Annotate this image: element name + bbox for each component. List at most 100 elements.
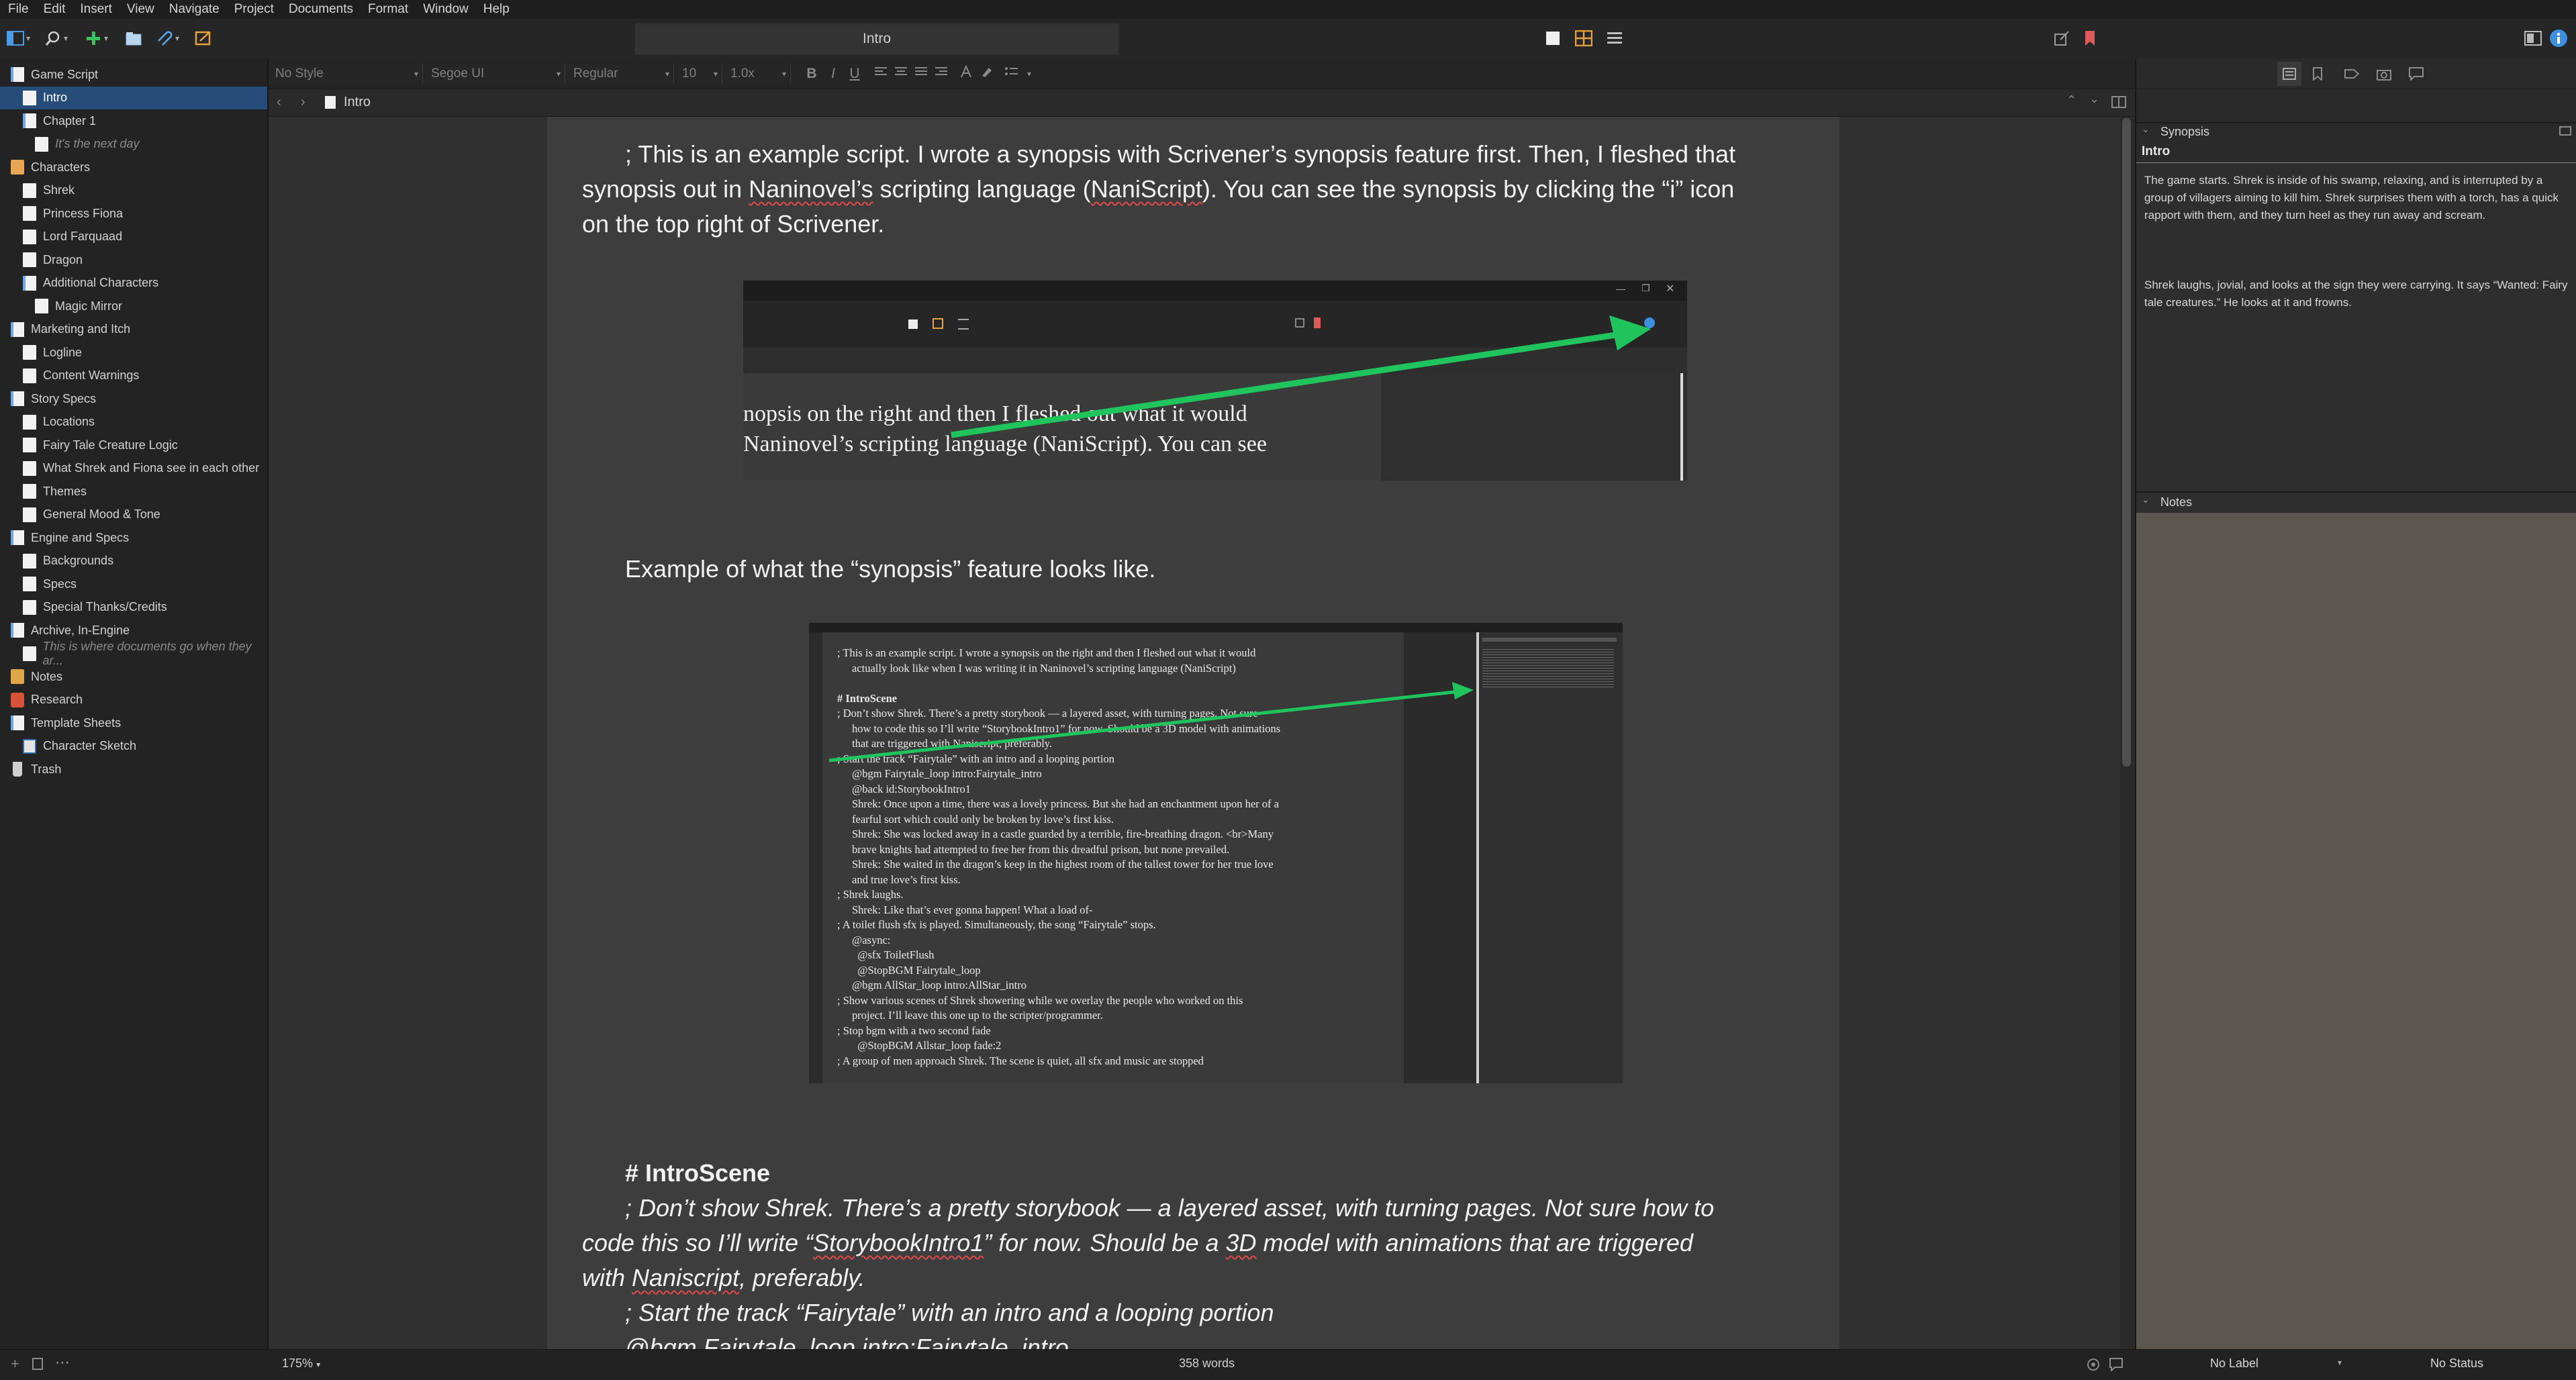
- forward-arrow-icon[interactable]: ›: [301, 95, 305, 110]
- inspector-tab-metadata-icon[interactable]: [2344, 68, 2360, 83]
- binder-item[interactable]: Chapter 1: [0, 109, 267, 132]
- binder-item[interactable]: Additional Characters: [0, 272, 267, 295]
- add-icon[interactable]: +: [11, 1355, 19, 1373]
- quick-reference-icon[interactable]: [192, 27, 215, 50]
- text-color-icon[interactable]: [957, 64, 975, 83]
- menu-insert[interactable]: Insert: [72, 0, 119, 19]
- binder-item[interactable]: General Mood & Tone: [0, 503, 267, 526]
- synopsis-text-area[interactable]: The game starts. Shrek is inside of his …: [2136, 164, 2576, 553]
- align-center-icon[interactable]: [893, 65, 910, 83]
- inspector-tab-synopsis-icon[interactable]: [2277, 62, 2301, 86]
- binder-item[interactable]: Lord Farquaad: [0, 226, 267, 248]
- binder-item[interactable]: Game Script: [0, 63, 267, 86]
- binder-item[interactable]: Characters: [0, 156, 267, 179]
- zoom-select[interactable]: 175% ▾: [282, 1357, 320, 1371]
- inspector-icon[interactable]: [2547, 27, 2570, 50]
- chevron-down-icon[interactable]: ▾: [172, 27, 183, 50]
- binder-item[interactable]: Dragon: [0, 248, 267, 271]
- outliner-icon[interactable]: [1603, 27, 1626, 50]
- paragraph-comment-line3[interactable]: with Naniscript, preferably.: [582, 1261, 1811, 1295]
- back-arrow-icon[interactable]: ‹: [277, 95, 281, 110]
- folder-add-icon[interactable]: [122, 27, 145, 50]
- binder-item[interactable]: Template Sheets: [0, 711, 267, 734]
- align-justify-icon[interactable]: [913, 65, 931, 83]
- binder-item[interactable]: Story Specs: [0, 387, 267, 410]
- binder-item[interactable]: Logline: [0, 341, 267, 364]
- paragraph-intro-line1[interactable]: ; This is an example script. I wrote a s…: [582, 137, 1813, 172]
- menu-help[interactable]: Help: [475, 0, 516, 19]
- chevron-down-icon[interactable]: ▾: [23, 27, 34, 50]
- inspector-tab-snapshots-icon[interactable]: [2377, 67, 2391, 84]
- chevron-down-icon[interactable]: ⌄: [2089, 92, 2099, 106]
- binder-item[interactable]: Intro: [0, 86, 267, 109]
- style-select[interactable]: No Style ▾: [269, 64, 423, 84]
- share-icon[interactable]: [2050, 27, 2073, 50]
- synopsis-title-field[interactable]: Intro: [2136, 142, 2576, 163]
- editor-mode-icon[interactable]: [1541, 27, 1564, 50]
- font-family-select[interactable]: Segoe UI ▾: [424, 64, 565, 84]
- paragraph-comment-line1[interactable]: ; Don’t show Shrek. There’s a pretty sto…: [582, 1191, 1813, 1226]
- binder-item[interactable]: Locations: [0, 411, 267, 434]
- binder-item[interactable]: Specs: [0, 573, 267, 595]
- paragraph-intro-line2[interactable]: synopsis out in Naninovel’s scripting la…: [582, 172, 1811, 207]
- binder-item[interactable]: Engine and Specs: [0, 526, 267, 549]
- corkboard-icon[interactable]: [1572, 27, 1595, 50]
- binder-item[interactable]: What Shrek and Fiona see in each other: [0, 457, 267, 480]
- heading-introscene[interactable]: # IntroScene: [582, 1156, 1813, 1191]
- bold-button[interactable]: B: [803, 65, 820, 83]
- binder-item[interactable]: Princess Fiona: [0, 202, 267, 225]
- align-right-icon[interactable]: [933, 65, 951, 83]
- bookmark-icon[interactable]: [2079, 27, 2101, 50]
- line-spacing-select[interactable]: 1.0x ▾: [724, 64, 791, 84]
- binder-item[interactable]: Character Sketch: [0, 735, 267, 758]
- binder-item[interactable]: This is where documents go when they ar.…: [0, 640, 267, 667]
- split-editor-icon[interactable]: [2111, 96, 2126, 111]
- embedded-screenshot-1[interactable]: — ❐ ✕ nopsis on the right and then I fle…: [743, 281, 1687, 481]
- menu-view[interactable]: View: [119, 0, 161, 19]
- menu-documents[interactable]: Documents: [281, 0, 360, 19]
- binder-item[interactable]: Research: [0, 689, 267, 711]
- menu-format[interactable]: Format: [360, 0, 415, 19]
- synopsis-section-header[interactable]: Synopsis: [2160, 125, 2209, 139]
- binder-item[interactable]: Special Thanks/Credits: [0, 596, 267, 619]
- paragraph-intro-line3[interactable]: on the top right of Scrivener.: [582, 207, 1811, 242]
- embedded-screenshot-2[interactable]: ; This is an example script. I wrote a s…: [809, 623, 1623, 1083]
- chevron-up-icon[interactable]: ⌃: [2066, 93, 2077, 107]
- binder-item[interactable]: Shrek: [0, 179, 267, 202]
- align-left-icon[interactable]: [873, 65, 890, 83]
- list-icon[interactable]: [1003, 65, 1020, 83]
- document-page[interactable]: ; This is an example script. I wrote a s…: [547, 117, 1840, 1349]
- menu-edit[interactable]: Edit: [36, 0, 73, 19]
- binder-item[interactable]: Notes: [0, 665, 267, 688]
- comment-icon[interactable]: [2109, 1358, 2123, 1375]
- font-weight-select[interactable]: Regular ▾: [567, 64, 674, 84]
- target-icon[interactable]: [2087, 1358, 2100, 1375]
- synopsis-image-toggle-icon[interactable]: [2559, 126, 2571, 139]
- caption-paragraph[interactable]: Example of what the “synopsis” feature l…: [582, 552, 1813, 587]
- font-size-select[interactable]: 10 ▾: [675, 64, 722, 84]
- binder-item[interactable]: Themes: [0, 480, 267, 503]
- menu-file[interactable]: File: [0, 0, 36, 19]
- menu-navigate[interactable]: Navigate: [161, 0, 226, 19]
- binder-item[interactable]: Archive, In-Engine: [0, 619, 267, 642]
- editor-area[interactable]: ; This is an example script. I wrote a s…: [269, 117, 2120, 1349]
- chevron-down-icon[interactable]: ▾: [1020, 65, 1038, 83]
- inspector-tab-bookmarks-icon[interactable]: [2312, 67, 2323, 84]
- more-options-icon[interactable]: ⋯: [55, 1354, 70, 1371]
- label-select[interactable]: No Label ▾: [2136, 1352, 2358, 1377]
- notes-section-header[interactable]: Notes: [2160, 495, 2192, 509]
- chevron-down-icon[interactable]: ⌄: [2142, 494, 2150, 505]
- binder-item[interactable]: Content Warnings: [0, 364, 267, 387]
- binder-item[interactable]: Fairy Tale Creature Logic: [0, 434, 267, 456]
- binder-item[interactable]: It's the next day: [0, 133, 267, 156]
- binder-item[interactable]: Marketing and Itch: [0, 318, 267, 341]
- highlight-icon[interactable]: [977, 65, 995, 83]
- binder-item[interactable]: Trash: [0, 758, 267, 781]
- editor-scrollbar-thumb[interactable]: [2122, 118, 2131, 767]
- binder-item[interactable]: Magic Mirror: [0, 295, 267, 317]
- menu-window[interactable]: Window: [415, 0, 475, 19]
- paragraph-comment-line2[interactable]: code this so I’ll write “StorybookIntro1…: [582, 1226, 1811, 1261]
- binder-item[interactable]: Backgrounds: [0, 550, 267, 573]
- chevron-down-icon[interactable]: ⌄: [2142, 124, 2150, 135]
- compose-icon[interactable]: [2522, 27, 2544, 50]
